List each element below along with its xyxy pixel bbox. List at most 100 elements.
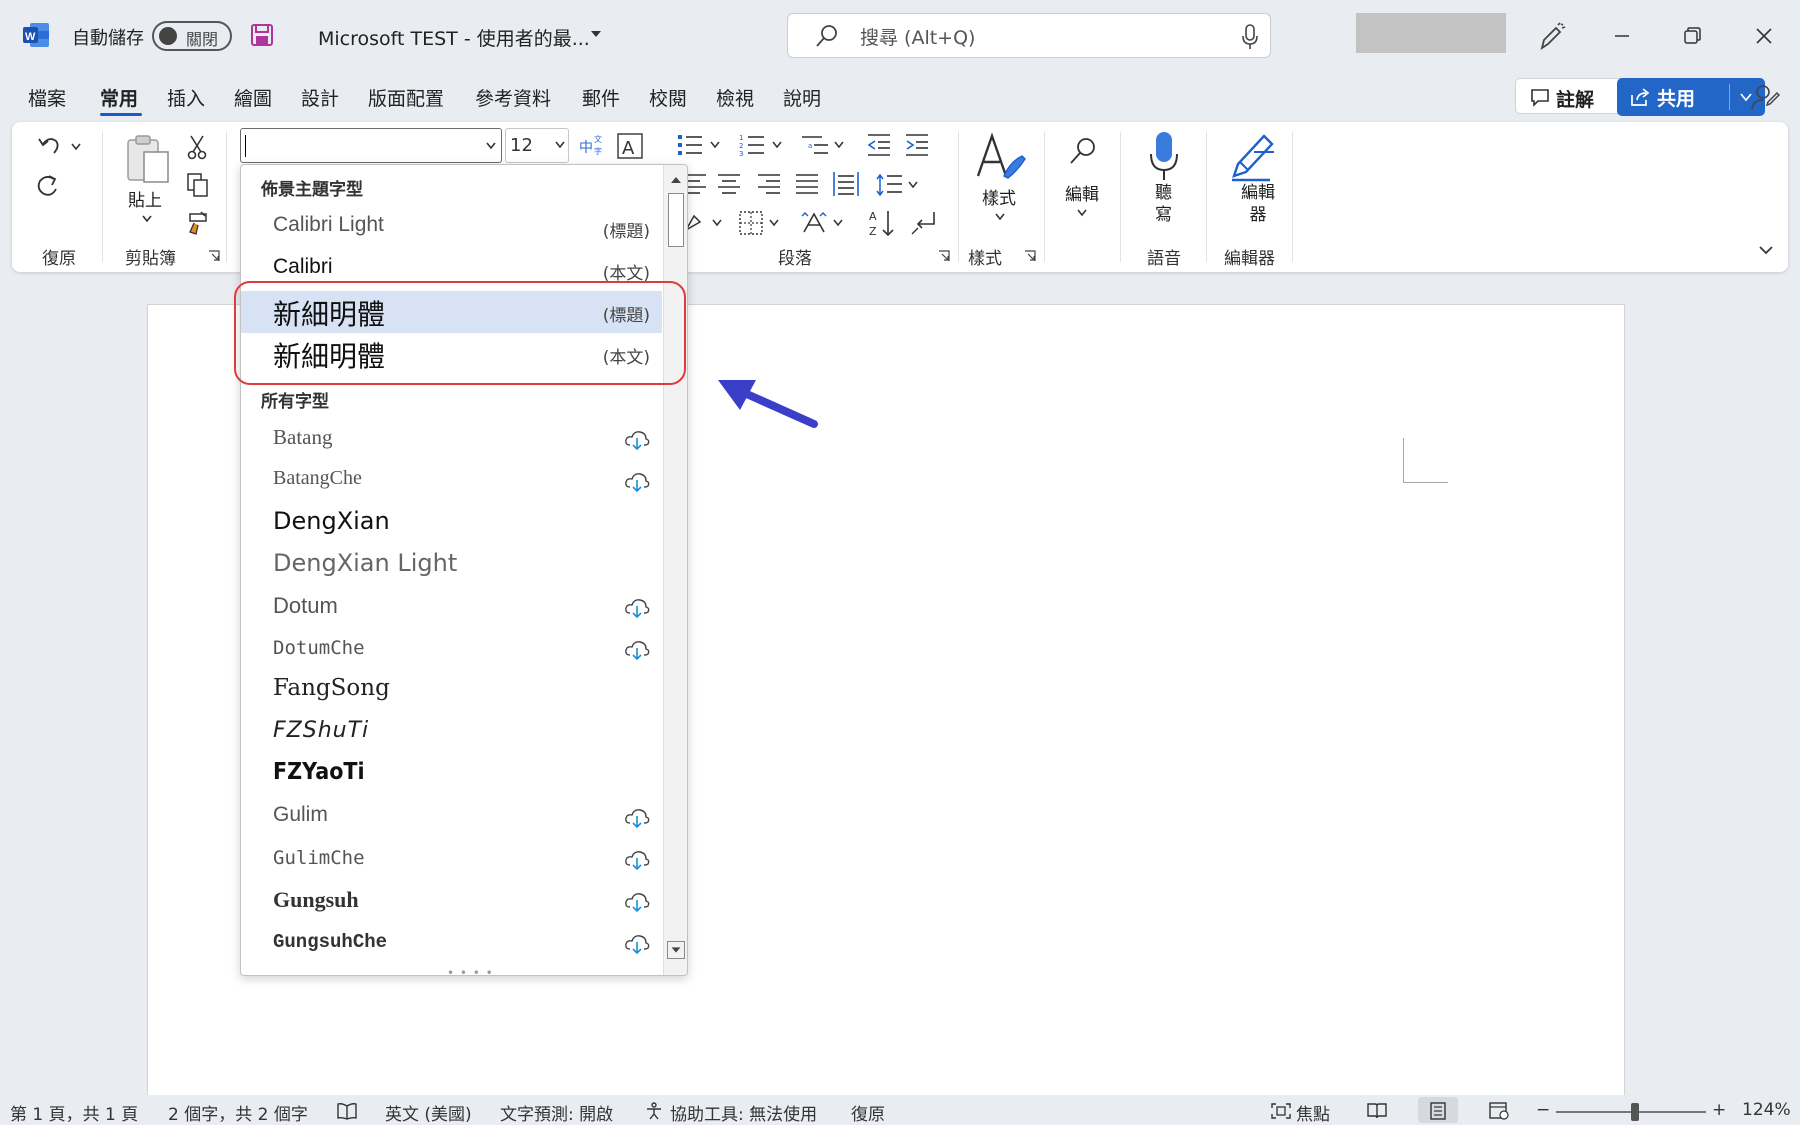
cut-icon[interactable] [186,134,208,160]
restore-icon[interactable] [1678,22,1706,50]
search-input[interactable]: 搜尋 (Alt+Q) [860,23,975,50]
designer-pen-icon[interactable] [1536,22,1566,52]
resize-grip-icon[interactable]: • • • • [447,966,494,975]
numbered-list-icon[interactable]: 1 2 3 [738,132,784,158]
focus-label[interactable]: 焦點 [1296,1100,1330,1125]
font-item-gungsuh[interactable]: Gungsuh [241,881,662,923]
dictate-label[interactable]: 聽寫 [1155,182,1175,226]
font-item-dengxian[interactable]: DengXian [241,503,662,545]
font-item-dotumche[interactable]: DotumChe [241,629,662,671]
bullet-list-icon[interactable] [676,132,722,158]
scroll-down-arrow-icon[interactable] [667,941,685,959]
paste-label[interactable]: 貼上 [128,186,162,211]
styles-label[interactable]: 樣式 [982,184,1016,209]
sort-icon[interactable]: A Z [868,208,896,238]
ribbon-collapse-chevron-icon[interactable] [1758,244,1774,256]
zoom-in-icon[interactable]: + [1712,1100,1726,1120]
print-layout-icon[interactable] [1427,1102,1449,1120]
proofing-book-icon[interactable] [336,1102,358,1120]
font-item-gungsuhche[interactable]: GungsuhChe [241,923,662,965]
font-item-batangche[interactable]: BatangChe [241,461,662,503]
borders-icon[interactable] [738,210,784,236]
zoom-slider-thumb[interactable] [1631,1103,1639,1121]
font-item-batang[interactable]: Batang [241,419,662,461]
font-item-fangsong[interactable]: FangSong [241,671,662,713]
font-item-dotum[interactable]: Dotum [241,587,662,629]
phonetic-guide-icon[interactable]: 中 文 字 [578,132,606,160]
dialog-launcher-icon[interactable] [938,250,950,262]
focus-mode-icon[interactable] [1270,1102,1292,1120]
font-item-dengxian-light[interactable]: DengXian Light [241,545,662,587]
editor-label[interactable]: 編輯器 [1240,182,1276,226]
text-prediction-status[interactable]: 文字預測: 開啟 [500,1100,613,1125]
web-layout-icon[interactable] [1488,1102,1510,1120]
accessibility-status[interactable]: 協助工具: 無法使用 [670,1100,817,1125]
language-indicator[interactable]: 英文 (美國) [385,1100,472,1125]
word-count[interactable]: 2 個字，共 2 個字 [168,1100,308,1125]
close-icon[interactable] [1750,22,1778,50]
zoom-out-icon[interactable]: − [1536,1100,1550,1120]
accessibility-icon[interactable] [644,1102,666,1120]
format-painter-icon[interactable] [186,210,210,236]
tab-mailings[interactable]: 郵件 [582,84,620,111]
copy-icon[interactable] [186,172,210,198]
font-item-gulimche[interactable]: GulimChe [241,839,662,881]
autosave-toggle[interactable]: 關閉 [152,21,232,51]
font-item-fzshuti[interactable]: FZShuTi [241,713,662,755]
tab-insert[interactable]: 插入 [167,84,205,111]
editing-label[interactable]: 編輯 [1065,180,1099,205]
paste-icon[interactable] [124,134,172,184]
tab-home[interactable]: 常用 [100,84,138,111]
save-icon[interactable] [250,23,274,47]
justify-icon[interactable] [794,172,820,196]
multilevel-list-icon[interactable]: a [800,132,846,158]
tab-layout[interactable]: 版面配置 [368,84,444,111]
undo-icon[interactable] [36,132,62,158]
chevron-down-icon[interactable] [141,214,153,224]
styles-icon[interactable] [974,132,1028,182]
document-title[interactable]: Microsoft TEST - 使用者的最... [318,24,590,51]
show-hide-marks-icon[interactable] [910,210,938,236]
asian-layout-icon[interactable] [800,210,848,236]
account-area[interactable] [1356,13,1506,53]
chevron-down-icon[interactable] [484,140,498,152]
tab-design[interactable]: 設計 [301,84,339,111]
microphone-icon[interactable] [1242,24,1258,50]
editor-pen-icon[interactable] [1226,130,1278,182]
scrollbar-thumb[interactable] [668,193,684,247]
decrease-indent-icon[interactable] [866,132,892,158]
minimize-icon[interactable] [1608,22,1636,50]
scroll-up-arrow-icon[interactable] [667,171,685,189]
tab-view[interactable]: 檢視 [716,84,754,111]
distributed-icon[interactable] [832,170,860,198]
font-name-input[interactable] [240,128,502,163]
tab-file[interactable]: 檔案 [28,84,66,111]
font-item-gulim[interactable]: Gulim [241,797,662,839]
character-border-icon[interactable]: A [616,132,644,160]
tab-references[interactable]: 參考資料 [475,84,551,111]
shading-icon[interactable] [684,210,726,236]
tab-help[interactable]: 說明 [783,84,821,111]
zoom-level[interactable]: 124% [1742,1100,1791,1120]
share-button[interactable]: 共用 [1617,78,1765,116]
line-spacing-icon[interactable] [874,172,922,198]
dialog-launcher-icon[interactable] [1024,250,1036,262]
page-count[interactable]: 第 1 頁，共 1 頁 [10,1100,138,1125]
font-item-fzyaoti[interactable]: FZYaoTi [241,755,662,797]
tab-draw[interactable]: 繪圖 [234,84,272,111]
chevron-down-icon[interactable] [554,140,566,150]
align-center-icon[interactable] [716,172,742,196]
person-feedback-icon[interactable] [1750,82,1780,112]
tab-review[interactable]: 校閱 [649,84,687,111]
read-mode-icon[interactable] [1366,1102,1388,1120]
dialog-launcher-icon[interactable] [208,250,220,262]
find-icon[interactable] [1068,136,1098,168]
dictate-microphone-icon[interactable] [1148,130,1180,182]
chevron-down-icon[interactable] [994,212,1006,222]
chevron-down-icon[interactable] [590,30,602,38]
increase-indent-icon[interactable] [904,132,930,158]
recover-status[interactable]: 復原 [851,1100,885,1125]
align-right-icon[interactable] [756,172,782,196]
font-item-calibri-light[interactable]: Calibri Light (標題) [241,207,662,249]
chevron-down-icon[interactable] [70,142,82,152]
